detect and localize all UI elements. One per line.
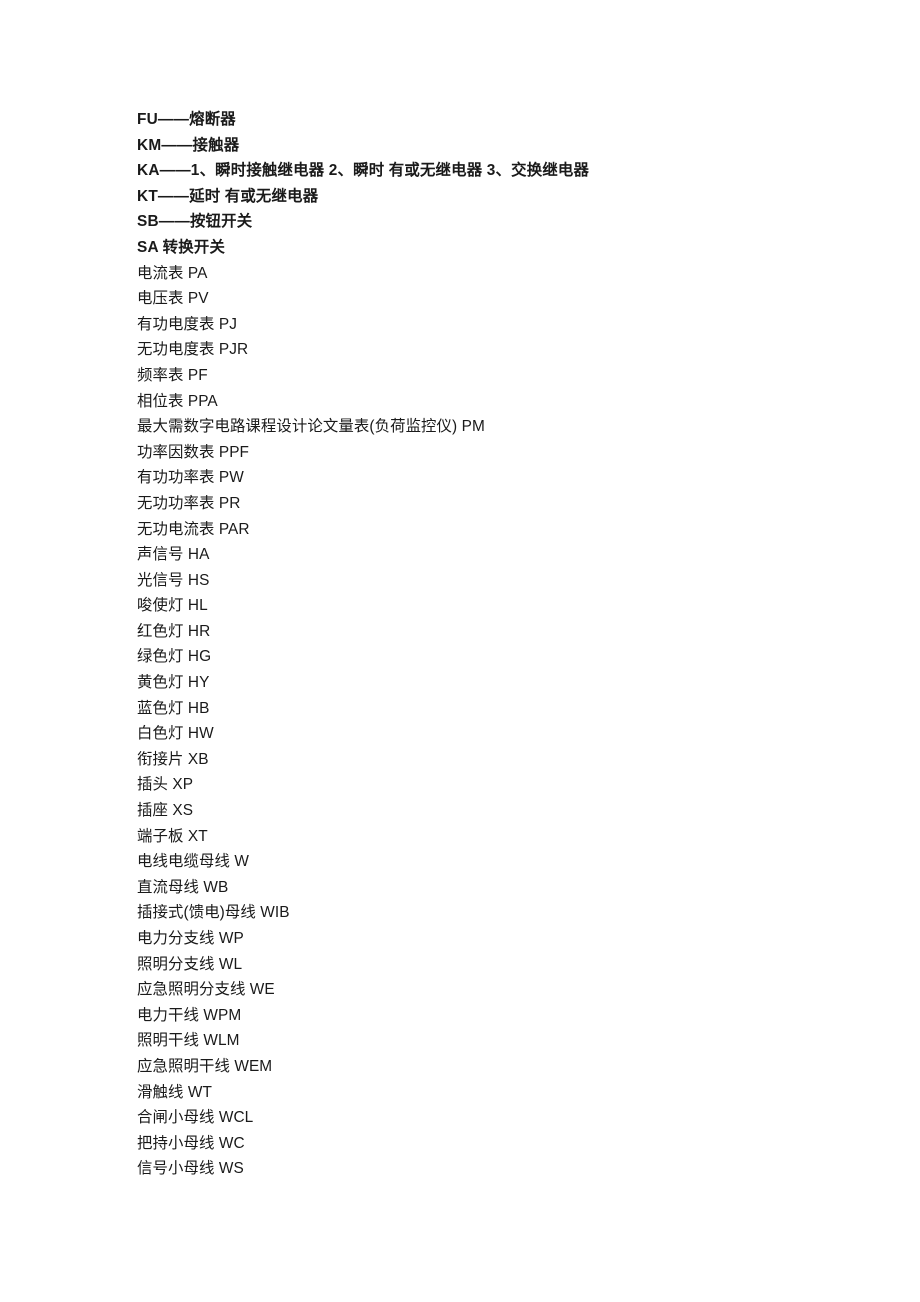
- document-line: 光信号 HS: [137, 571, 210, 589]
- document-line: 电力干线 WPM: [137, 1006, 242, 1024]
- document-line: 白色灯 HW: [137, 725, 214, 743]
- document-line: 直流母线 WB: [137, 878, 229, 896]
- document-page: FU——熔断器 KM——接触器 KA——1、瞬时接触继电器 2、瞬时 有或无继电器 …: [0, 0, 920, 1302]
- document-line: 功率因数表 PPF: [137, 443, 250, 461]
- document-line: 声信号 HA: [137, 546, 210, 564]
- document-line: KA——1、瞬时接触继电器 2、瞬时 有或无继电器 3、交换继电器: [137, 162, 590, 180]
- document-line: 唆使灯 HL: [137, 597, 208, 615]
- document-line: KT——延时 有或无继电器: [137, 187, 319, 205]
- document-line: 电压表 PV: [137, 290, 209, 308]
- document-text-body: FU——熔断器 KM——接触器 KA——1、瞬时接触继电器 2、瞬时 有或无继电器 …: [137, 107, 837, 1182]
- document-line: 电力分支线 WP: [137, 930, 244, 947]
- document-line: 信号小母线 WS: [137, 1160, 244, 1178]
- document-line: 插头 XP: [137, 776, 194, 794]
- document-line: 衔接片 XB: [137, 750, 209, 768]
- document-line: 合闸小母线 WCL: [137, 1109, 254, 1127]
- document-line: 无功电流表 PAR: [137, 520, 250, 538]
- document-line: 相位表 PPA: [137, 392, 218, 410]
- document-line: 电线电缆母线 W: [137, 853, 249, 871]
- document-line: 应急照明分支线 WE: [137, 981, 275, 999]
- document-line: 最大需数字电路课程设计论文量表(负荷监控仪) PM: [137, 418, 485, 436]
- document-line: 有功电度表 PJ: [137, 315, 237, 333]
- document-line: 插接式(馈电)母线 WIB: [137, 904, 290, 922]
- document-line: 照明干线 WLM: [137, 1032, 240, 1050]
- document-line: 红色灯 HR: [137, 622, 211, 640]
- document-line: 插座 XS: [137, 802, 194, 820]
- document-line: 有功功率表 PW: [137, 469, 244, 487]
- document-line: 蓝色灯 HB: [137, 699, 210, 717]
- document-line: 照明分支线 WL: [137, 955, 243, 973]
- document-line: 无功功率表 PR: [137, 494, 241, 512]
- document-line: SB——按钮开关: [137, 213, 253, 231]
- document-line: 把持小母线 WC: [137, 1134, 245, 1152]
- document-line: 绿色灯 HG: [137, 648, 212, 666]
- document-line: 无功电度表 PJR: [137, 341, 249, 359]
- document-line: KM——接触器: [137, 136, 240, 154]
- document-line: 应急照明干线 WEM: [137, 1057, 273, 1075]
- document-line: 频率表 PF: [137, 366, 208, 384]
- document-line: 端子板 XT: [137, 827, 208, 845]
- document-line: 黄色灯 HY: [137, 674, 210, 692]
- document-line: SA 转换开关: [137, 238, 226, 256]
- document-line: 滑触线 WT: [137, 1083, 212, 1101]
- document-line: FU——熔断器: [137, 111, 236, 128]
- document-line: 电流表 PA: [137, 264, 208, 282]
